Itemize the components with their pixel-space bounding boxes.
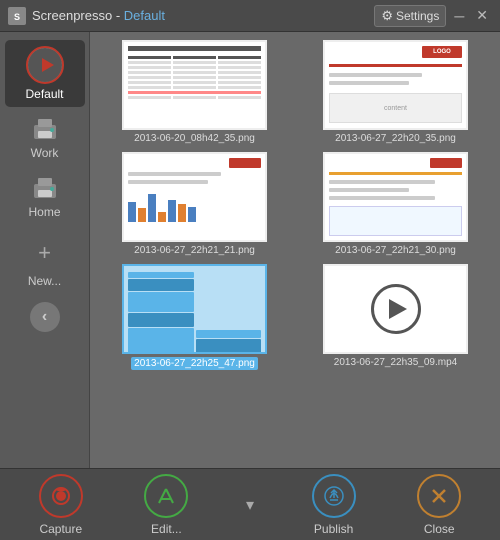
thumbnail-label-img5: 2013-06-27_22h25_47.png <box>131 357 258 370</box>
play-icon <box>371 284 421 334</box>
thumbnail-label-img4: 2013-06-27_22h21_30.png <box>335 245 456 256</box>
content-area[interactable]: 2013-06-20_08h42_35.png LOGO <box>90 32 500 468</box>
thumbnail-label-img1: 2013-06-20_08h42_35.png <box>134 133 255 144</box>
thumbnail-img1 <box>122 40 267 130</box>
publish-icon <box>312 474 356 518</box>
sidebar-item-work[interactable]: Work <box>5 111 85 166</box>
publish-label: Publish <box>314 522 353 536</box>
profile-link[interactable]: Default <box>124 8 165 23</box>
dropdown-button[interactable]: ▾ <box>242 495 258 515</box>
edit-button[interactable]: Edit... <box>136 474 196 536</box>
title-bar: S Screenpresso - Default ⚙ Settings ─ ✕ <box>0 0 500 32</box>
edit-icon <box>144 474 188 518</box>
sidebar: Default Work <box>0 32 90 468</box>
bottom-bar: Capture Edit... ▾ Publish <box>0 468 500 540</box>
sidebar-default-label: Default <box>25 87 63 101</box>
list-item[interactable]: 2013-06-27_22h21_30.png <box>299 152 492 256</box>
work-printer-icon <box>30 117 60 143</box>
close-label: Close <box>424 522 455 536</box>
sidebar-new-label: New... <box>28 274 61 288</box>
thumbnail-label-img2: 2013-06-27_22h20_35.png <box>335 133 456 144</box>
list-item[interactable]: LOGO content 2013-06-27_22h20_35.png <box>299 40 492 144</box>
thumbnail-img6 <box>323 264 468 354</box>
app-icon: S <box>8 7 26 25</box>
list-item[interactable]: 2013-06-20_08h42_35.png <box>98 40 291 144</box>
minimize-button[interactable]: ─ <box>450 8 468 24</box>
back-icon: ‹ <box>42 308 47 326</box>
default-icon <box>26 46 64 84</box>
back-button[interactable]: ‹ <box>30 302 60 332</box>
title-bar-right: ⚙ Settings ─ ✕ <box>374 5 492 27</box>
sidebar-item-new[interactable]: + New... <box>5 229 85 294</box>
close-button[interactable]: ✕ <box>472 7 492 24</box>
thumbnail-img5 <box>122 264 267 354</box>
thumbnail-img2: LOGO content <box>323 40 468 130</box>
gear-icon: ⚙ <box>381 8 393 24</box>
settings-label: Settings <box>396 9 439 23</box>
sidebar-item-home[interactable]: Home <box>5 170 85 225</box>
thumbnail-img4 <box>323 152 468 242</box>
thumbnail-label-img3: 2013-06-27_22h21_21.png <box>134 245 255 256</box>
list-item[interactable]: 2013-06-27_22h35_09.mp4 <box>299 264 492 370</box>
thumbnail-img3 <box>122 152 267 242</box>
thumbnail-label-img6: 2013-06-27_22h35_09.mp4 <box>334 357 457 368</box>
edit-label: Edit... <box>151 522 182 536</box>
list-item[interactable]: 2013-06-27_22h21_21.png <box>98 152 291 256</box>
app-title: Screenpresso - Default <box>32 8 165 23</box>
thumbnail-grid: 2013-06-20_08h42_35.png LOGO <box>98 40 492 370</box>
list-item[interactable]: 2013-06-27_22h25_47.png <box>98 264 291 370</box>
capture-label: Capture <box>39 522 82 536</box>
dropdown-icon: ▾ <box>246 497 254 514</box>
add-icon: + <box>27 235 63 271</box>
publish-button[interactable]: Publish <box>304 474 364 536</box>
title-bar-left: S Screenpresso - Default <box>8 7 165 25</box>
sidebar-item-default[interactable]: Default <box>5 40 85 107</box>
close-app-button[interactable]: Close <box>409 474 469 536</box>
home-printer-icon <box>30 176 60 202</box>
capture-icon <box>39 474 83 518</box>
sidebar-home-label: Home <box>28 205 60 219</box>
close-icon <box>417 474 461 518</box>
svg-text:S: S <box>14 12 20 22</box>
settings-button[interactable]: ⚙ Settings <box>374 5 446 27</box>
sidebar-work-label: Work <box>31 146 59 160</box>
main-area: Default Work <box>0 32 500 468</box>
capture-button[interactable]: Capture <box>31 474 91 536</box>
